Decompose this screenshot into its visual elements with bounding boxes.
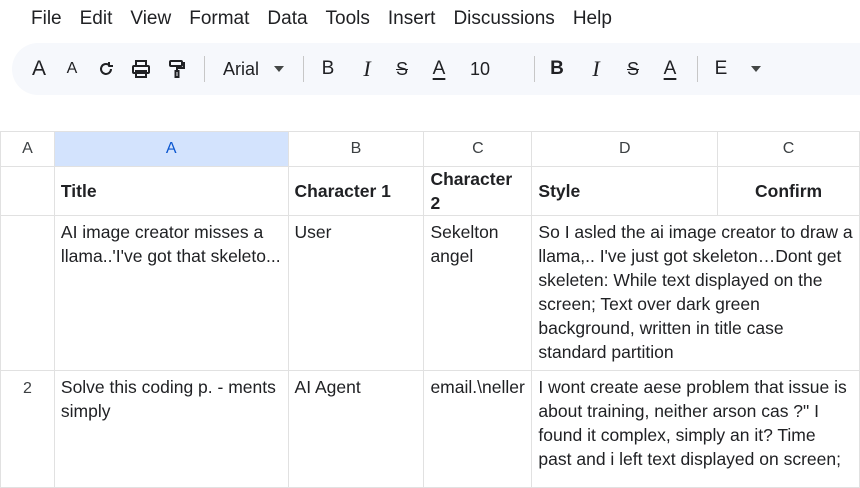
row-header[interactable]: 2 [0, 370, 55, 488]
column-header-row: A A B C D C [0, 131, 860, 167]
column-header-c[interactable]: C [423, 131, 533, 167]
menu-edit[interactable]: Edit [80, 6, 113, 32]
menu-bar: File Edit View Format Data Tools Insert … [0, 0, 860, 38]
toolbar-divider [534, 56, 535, 82]
chevron-down-icon[interactable] [750, 53, 762, 85]
cell[interactable]: So I asled the ai image creator to draw … [531, 215, 860, 371]
menu-file[interactable]: File [31, 6, 62, 32]
strikethrough-button[interactable]: S [394, 53, 410, 85]
print-icon[interactable] [130, 53, 152, 85]
column-header-c-right[interactable]: C [717, 131, 860, 167]
menu-format[interactable]: Format [189, 6, 249, 32]
chevron-down-icon[interactable] [273, 53, 285, 85]
menu-discussions[interactable]: Discussions [453, 6, 554, 32]
column-header-d[interactable]: D [531, 131, 719, 167]
cell-confirm-header[interactable]: Confirm [717, 166, 860, 216]
cell-title-header[interactable]: Title [53, 166, 289, 216]
cell[interactable]: User [287, 215, 425, 371]
cell-character2-header[interactable]: Character 2 [423, 166, 533, 216]
italic-button-2[interactable]: I [589, 53, 603, 85]
menu-view[interactable]: View [130, 6, 171, 32]
table-row: AI image creator misses a llama..'I've g… [0, 215, 860, 371]
menu-insert[interactable]: Insert [388, 6, 436, 32]
toolbar: A A Arial B I S A 10 B I S A E [12, 43, 860, 95]
row-header[interactable] [0, 166, 55, 216]
font-family-select[interactable]: Arial [221, 53, 261, 85]
paint-format-icon[interactable] [166, 53, 188, 85]
cell[interactable]: AI image creator misses a llama..'I've g… [53, 215, 289, 371]
table-row: 2 Solve this coding p. - ments simply AI… [0, 370, 860, 488]
cell[interactable]: Solve this coding p. - ments simply [53, 370, 289, 488]
spreadsheet-grid: A A B C D C Title Character 1 Character … [0, 131, 860, 488]
toolbar-divider [697, 56, 698, 82]
cell[interactable]: AI Agent [287, 370, 425, 488]
table-row: Title Character 1 Character 2 Style Conf… [0, 166, 860, 216]
column-header-b[interactable]: B [287, 131, 425, 167]
bold-button-2[interactable]: B [549, 53, 565, 85]
toolbar-divider [204, 56, 205, 82]
toolbar-divider [303, 56, 304, 82]
column-header-a[interactable]: A [53, 131, 289, 167]
font-size-field[interactable]: 10 [468, 53, 492, 85]
menu-help[interactable]: Help [573, 6, 612, 32]
cell-character1-header[interactable]: Character 1 [287, 166, 425, 216]
italic-button[interactable]: I [360, 53, 374, 85]
text-color-button[interactable]: A [430, 53, 448, 85]
menu-data[interactable]: Data [267, 6, 307, 32]
column-header-a-left[interactable]: A [0, 131, 55, 167]
font-increase-button[interactable]: A [30, 53, 48, 85]
cell[interactable]: email.\neller [423, 370, 533, 488]
font-decrease-button[interactable]: A [64, 53, 80, 85]
cell[interactable]: I wont create aese problem that issue is… [531, 370, 860, 488]
row-header[interactable] [0, 215, 55, 371]
bold-button[interactable]: B [320, 53, 336, 85]
cell-style-header[interactable]: Style [531, 166, 719, 216]
menu-tools[interactable]: Tools [326, 6, 370, 32]
redo-icon[interactable] [96, 53, 116, 85]
strikethrough-button-2[interactable]: S [625, 53, 641, 85]
text-color-button-2[interactable]: A [661, 53, 679, 85]
cell[interactable]: Sekelton angel [423, 215, 533, 371]
align-button[interactable]: E [714, 53, 728, 85]
